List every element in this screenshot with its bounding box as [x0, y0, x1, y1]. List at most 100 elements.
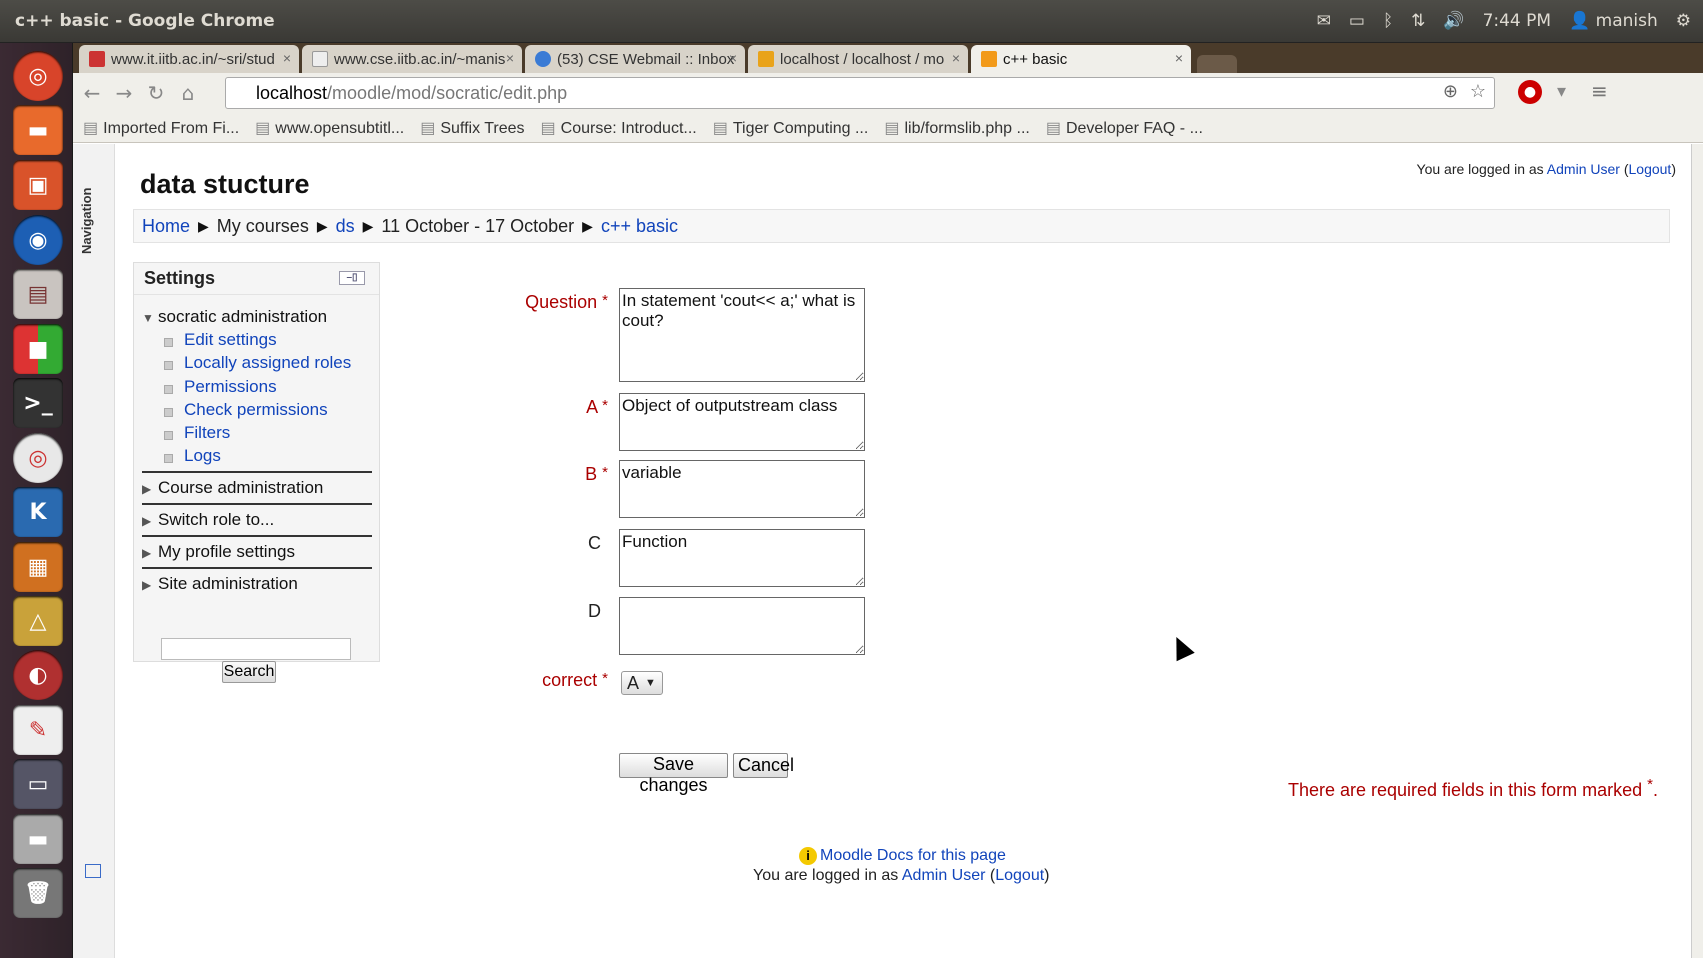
close-tab-icon[interactable]: × — [506, 50, 514, 66]
bookmark-item[interactable]: Course: Introduct... — [541, 118, 697, 138]
block-dock-icon[interactable]: –▯ — [339, 271, 365, 285]
site-admin-node[interactable]: ▶ Site administration — [142, 574, 298, 594]
inkscape-icon[interactable]: △ — [13, 596, 63, 646]
breadcrumb-separator-icon: ▶ — [582, 217, 593, 234]
document-viewer-icon[interactable]: ▤ — [13, 269, 63, 319]
new-tab-button[interactable] — [1197, 55, 1237, 73]
bookmark-item[interactable]: Tiger Computing ... — [713, 118, 868, 138]
filters-link[interactable]: Filters — [163, 423, 230, 443]
software-center-icon[interactable]: ▣ — [13, 160, 63, 210]
close-tab-icon[interactable]: × — [729, 50, 737, 66]
option-c-textarea[interactable]: Function — [619, 529, 865, 587]
cancel-button[interactable]: Cancel — [733, 753, 794, 778]
settings-header: Settings –▯ — [134, 263, 379, 295]
firefox-icon[interactable]: ◉ — [13, 215, 63, 265]
question-textarea[interactable]: In statement 'cout<< a;' what is cout? — [619, 288, 865, 382]
browser-tab[interactable]: localhost / localhost / mo × — [748, 45, 968, 73]
option-d-textarea[interactable] — [619, 597, 865, 655]
back-icon[interactable]: ← — [79, 81, 105, 105]
collapsed-arrow-icon: ▶ — [142, 546, 152, 560]
extension-icon[interactable]: ▾ — [1557, 81, 1566, 102]
zoom-icon[interactable]: ⊕ — [1443, 81, 1458, 102]
window-app-icon[interactable]: ▭ — [13, 759, 63, 809]
clock[interactable]: 7:44 PM — [1483, 11, 1552, 31]
trash-icon[interactable]: 🗑 — [13, 868, 63, 918]
home-icon[interactable]: ⌂ — [175, 81, 201, 105]
moodle-icon — [981, 51, 997, 67]
extension-stop-icon[interactable]: ● — [1518, 80, 1542, 104]
system-top-bar: c++ basic - Google Chrome ✉ ▭ ᛒ ⇅ 🔊 7:44… — [0, 0, 1703, 43]
switch-role-node[interactable]: ▶ Switch role to... — [142, 510, 274, 530]
menu-icon[interactable]: ≡ — [1591, 79, 1608, 103]
presentation-icon[interactable]: ▦ — [13, 542, 63, 592]
disk-icon[interactable]: ▬ — [13, 814, 63, 864]
ubuntu-dash-icon[interactable]: ◎ — [13, 51, 63, 101]
moodle-docs-link[interactable]: Moodle Docs for this page — [820, 847, 1006, 864]
course-admin-node[interactable]: ▶ Course administration — [142, 478, 323, 498]
breadcrumb: Home ▶ My courses ▶ ds ▶ 11 October - 17… — [133, 209, 1670, 243]
close-tab-icon[interactable]: × — [283, 50, 291, 66]
bookmark-item[interactable]: www.opensubtitl... — [255, 118, 404, 138]
chrome-icon[interactable]: ◎ — [13, 433, 63, 483]
footer-login-info: You are logged in as Admin User (Logout) — [753, 867, 1050, 884]
option-b-textarea[interactable]: variable — [619, 460, 865, 518]
locally-assigned-roles-link[interactable]: Locally assigned roles — [163, 353, 351, 373]
socratic-admin-node[interactable]: ▼ socratic administration — [142, 307, 327, 327]
user-link[interactable]: Admin User — [1547, 161, 1620, 177]
check-permissions-link[interactable]: Check permissions — [164, 400, 328, 420]
mail-icon[interactable]: ✉ — [1317, 11, 1331, 31]
footer-logout-link[interactable]: Logout — [995, 867, 1044, 884]
settings-apps-icon[interactable]: ■ — [13, 324, 63, 374]
save-changes-button[interactable]: Save changes — [619, 753, 728, 795]
settings-search-button[interactable]: Search — [222, 661, 276, 683]
bookmark-item[interactable]: Imported From Fi... — [83, 118, 239, 138]
reload-icon[interactable]: ↻ — [143, 81, 169, 105]
logs-link[interactable]: Logs — [164, 446, 221, 466]
option-a-textarea[interactable]: Object of outputstream class — [619, 393, 865, 451]
browser-tab-active[interactable]: c++ basic × — [971, 45, 1191, 73]
browser-tab[interactable]: (53) CSE Webmail :: Inbox × — [525, 45, 745, 73]
files-icon[interactable]: ▬ — [13, 105, 63, 155]
power-gear-icon[interactable]: ⚙ — [1676, 11, 1691, 31]
browser-tab[interactable]: www.cse.iitb.ac.in/~manis × — [302, 45, 522, 73]
required-icon: * — [1647, 776, 1653, 793]
dock-toggle-icon[interactable] — [85, 864, 101, 878]
breadcrumb-home[interactable]: Home — [142, 216, 190, 237]
correct-answer-select[interactable]: A ▼ — [621, 671, 663, 695]
close-tab-icon[interactable]: × — [952, 50, 960, 66]
terminal-icon[interactable]: >_ — [13, 378, 63, 428]
user-menu[interactable]: 👤 manish — [1569, 11, 1658, 31]
edit-settings-link[interactable]: Edit settings — [164, 330, 277, 350]
bookmark-star-icon[interactable]: ☆ — [1470, 81, 1486, 102]
logout-link[interactable]: Logout — [1629, 161, 1672, 177]
battery-icon[interactable]: ▭ — [1349, 11, 1365, 31]
divider — [142, 503, 372, 505]
kde-app-icon[interactable]: K — [13, 487, 63, 537]
bookmark-item[interactable]: Developer FAQ - ... — [1046, 118, 1203, 138]
network-icon[interactable]: ⇅ — [1411, 11, 1425, 31]
bluetooth-icon[interactable]: ᛒ — [1383, 11, 1393, 31]
page-title: data stucture — [140, 169, 310, 199]
address-bar[interactable]: localhost/moodle/mod/socratic/edit.php ☆… — [225, 77, 1495, 109]
breadcrumb-activity[interactable]: c++ basic — [601, 216, 678, 237]
permissions-link[interactable]: Permissions — [164, 377, 277, 397]
volume-icon[interactable]: 🔊 — [1443, 11, 1464, 31]
text-editor-icon[interactable]: ✎ — [13, 705, 63, 755]
navigation-dock[interactable]: Navigation — [73, 144, 115, 958]
bookmark-item[interactable]: lib/formslib.php ... — [884, 118, 1029, 138]
navigation-label[interactable]: Navigation — [79, 188, 94, 254]
breadcrumb-course[interactable]: ds — [336, 216, 355, 237]
forward-icon[interactable]: → — [111, 81, 137, 105]
divider — [142, 567, 372, 569]
collapsed-arrow-icon: ▶ — [142, 482, 152, 496]
browser-tab[interactable]: www.it.iitb.ac.in/~sri/stud × — [79, 45, 299, 73]
close-tab-icon[interactable]: × — [1175, 50, 1183, 66]
page-scrollbar[interactable] — [1691, 144, 1703, 958]
collapsed-arrow-icon: ▶ — [142, 578, 152, 592]
footer-user-link[interactable]: Admin User — [902, 867, 986, 884]
profile-settings-node[interactable]: ▶ My profile settings — [142, 542, 295, 562]
phpmyadmin-icon — [758, 51, 774, 67]
settings-search-input[interactable] — [161, 638, 351, 660]
bookmark-item[interactable]: Suffix Trees — [420, 118, 524, 138]
app-icon-red[interactable]: ◐ — [13, 650, 63, 700]
